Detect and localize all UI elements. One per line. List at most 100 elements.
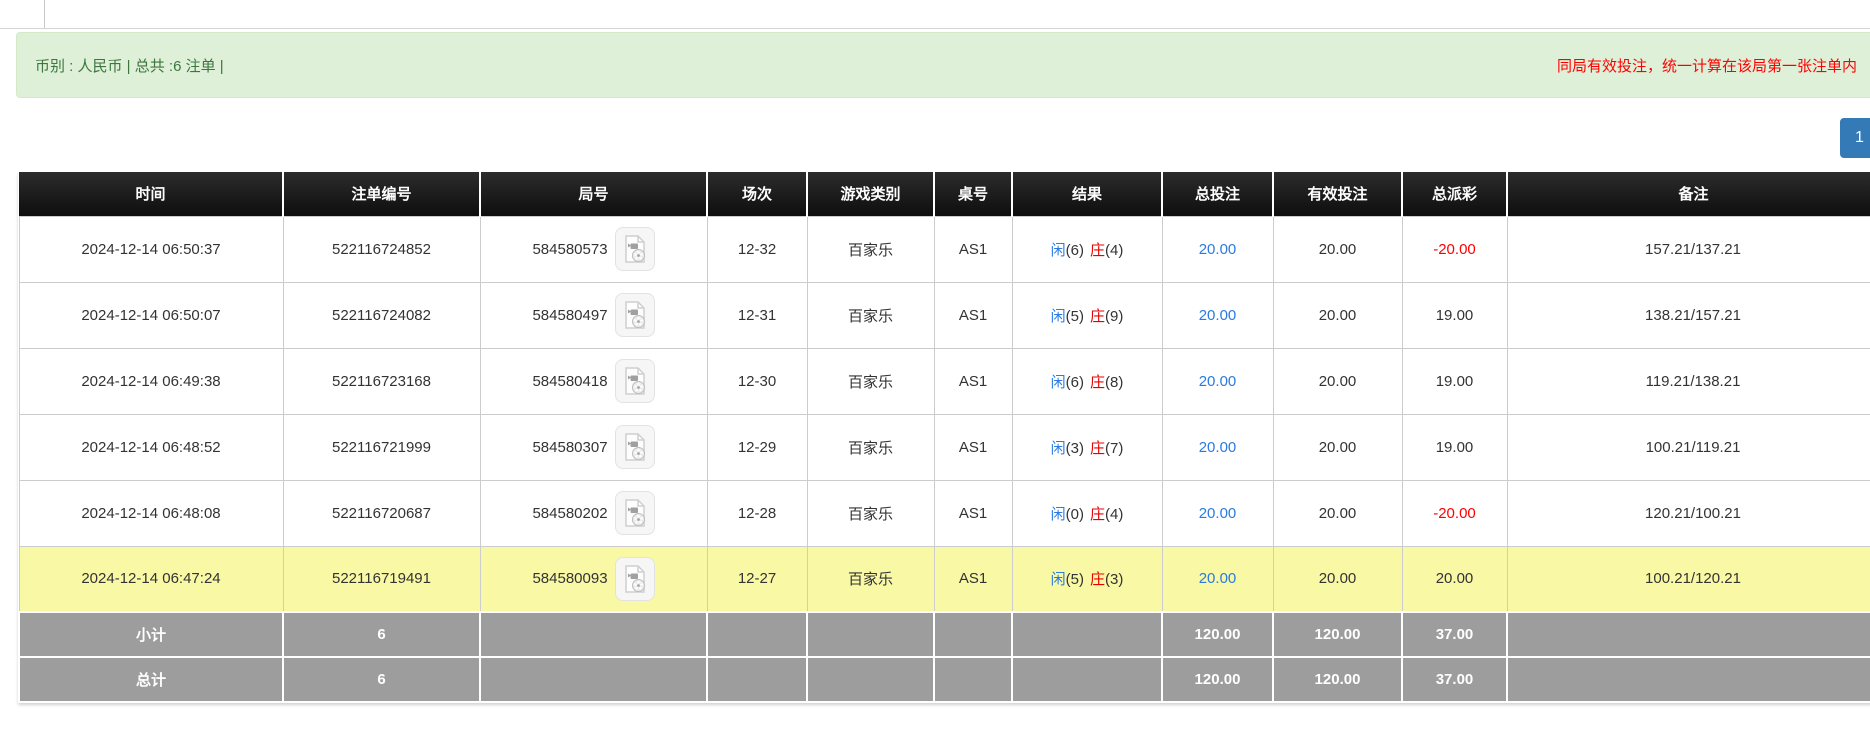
total-bet-link[interactable]: 20.00 [1199,307,1237,324]
cell-round: 584580497 [480,282,707,348]
video-replay-icon [622,432,648,462]
cell-round: 584580307 [480,414,707,480]
result-player-score: (5) [1066,308,1084,325]
round-id: 584580202 [532,505,607,522]
column-header: 有效投注 [1273,172,1402,216]
cell-payout: 19.00 [1402,282,1507,348]
video-replay-button[interactable] [615,491,655,535]
video-replay-button[interactable] [615,359,655,403]
video-replay-button[interactable] [615,425,655,469]
cell-game-type: 百家乐 [807,414,934,480]
footer-payout: 37.00 [1402,612,1507,657]
cell-session: 12-29 [707,414,807,480]
round-id: 584580573 [532,241,607,258]
cell-total-bet: 20.00 [1162,414,1273,480]
cell-total-bet: 20.00 [1162,282,1273,348]
cell-payout: 20.00 [1402,546,1507,612]
footer-row: 总计 6 120.00 120.00 37.00 [19,657,1870,702]
cell-session: 12-28 [707,480,807,546]
footer-count: 6 [283,612,480,657]
cell-game-type: 百家乐 [807,546,934,612]
footer-row: 小计 6 120.00 120.00 37.00 [19,612,1870,657]
total-bet-link[interactable]: 20.00 [1199,570,1237,587]
table-header-row: 时间 注单编号 局号 场次 游戏类别 桌号 结果 总投注 有效投注 总派彩 备注 [19,172,1870,216]
total-bet-link[interactable]: 20.00 [1199,241,1237,258]
cell-result: 闲(5)庄(3) [1012,546,1162,612]
cell-remark: 100.21/119.21 [1507,414,1870,480]
column-header: 注单编号 [283,172,480,216]
result-player-label: 闲 [1051,571,1066,588]
footer-valid-bet: 120.00 [1273,657,1402,702]
cell-result: 闲(0)庄(4) [1012,480,1162,546]
cell-game-type: 百家乐 [807,480,934,546]
cell-time: 2024-12-14 06:48:52 [19,414,283,480]
table-row: 2024-12-14 06:48:52 522116721999 5845803… [19,414,1870,480]
cell-valid-bet: 20.00 [1273,216,1402,282]
video-replay-icon [622,366,648,396]
footer-count: 6 [283,657,480,702]
cell-total-bet: 20.00 [1162,216,1273,282]
cell-valid-bet: 20.00 [1273,480,1402,546]
cell-time: 2024-12-14 06:47:24 [19,546,283,612]
cell-bet-id: 522116723168 [283,348,480,414]
cell-table-code: AS1 [934,546,1012,612]
cell-game-type: 百家乐 [807,348,934,414]
result-player-score: (3) [1066,440,1084,457]
column-header: 游戏类别 [807,172,934,216]
panel-divider [44,0,45,28]
table-row: 2024-12-14 06:50:37 522116724852 5845805… [19,216,1870,282]
cell-round: 584580093 [480,546,707,612]
result-banker-label: 庄 [1090,374,1105,391]
column-header: 时间 [19,172,283,216]
result-player-score: (5) [1066,571,1084,588]
cell-result: 闲(5)庄(9) [1012,282,1162,348]
cell-remark: 138.21/157.21 [1507,282,1870,348]
table-row: 2024-12-14 06:48:08 522116720687 5845802… [19,480,1870,546]
table-header: 时间 注单编号 局号 场次 游戏类别 桌号 结果 总投注 有效投注 总派彩 备注 [19,172,1870,216]
cell-remark: 157.21/137.21 [1507,216,1870,282]
video-replay-button[interactable] [615,557,655,601]
cell-table-code: AS1 [934,480,1012,546]
cell-table-code: AS1 [934,348,1012,414]
table-body: 2024-12-14 06:50:37 522116724852 5845805… [19,216,1870,612]
total-bet-link[interactable]: 20.00 [1199,439,1237,456]
column-header: 总投注 [1162,172,1273,216]
round-id: 584580307 [532,439,607,456]
cell-total-bet: 20.00 [1162,546,1273,612]
valid-bet-notice-text: 同局有效投注，统一计算在该局第一张注单内 [1557,55,1857,76]
total-bet-link[interactable]: 20.00 [1199,505,1237,522]
result-player-score: (0) [1066,506,1084,523]
bet-records-table: 时间 注单编号 局号 场次 游戏类别 桌号 结果 总投注 有效投注 总派彩 备注… [18,172,1870,703]
cell-bet-id: 522116724852 [283,216,480,282]
table-row: 2024-12-14 06:49:38 522116723168 5845804… [19,348,1870,414]
result-banker-label: 庄 [1090,440,1105,457]
cell-round: 584580418 [480,348,707,414]
video-replay-icon [622,564,648,594]
cell-bet-id: 522116721999 [283,414,480,480]
round-id: 584580418 [532,373,607,390]
video-replay-button[interactable] [615,227,655,271]
video-replay-button[interactable] [615,293,655,337]
column-header: 场次 [707,172,807,216]
table-row: 2024-12-14 06:50:07 522116724082 5845804… [19,282,1870,348]
cell-total-bet: 20.00 [1162,480,1273,546]
cell-valid-bet: 20.00 [1273,348,1402,414]
cell-time: 2024-12-14 06:50:07 [19,282,283,348]
cell-round: 584580573 [480,216,707,282]
cell-bet-id: 522116719491 [283,546,480,612]
currency-summary-text: 币别 : 人民币 | 总共 :6 注单 | [35,55,224,76]
top-panel-edge [0,0,1870,29]
cell-table-code: AS1 [934,414,1012,480]
column-header: 结果 [1012,172,1162,216]
result-player-label: 闲 [1051,308,1066,325]
cell-valid-bet: 20.00 [1273,282,1402,348]
footer-total-bet: 120.00 [1162,657,1273,702]
column-header: 总派彩 [1402,172,1507,216]
footer-payout: 37.00 [1402,657,1507,702]
cell-result: 闲(3)庄(7) [1012,414,1162,480]
cell-session: 12-31 [707,282,807,348]
result-player-label: 闲 [1051,242,1066,259]
pagination-page-1-button[interactable]: 1 [1840,118,1870,158]
cell-bet-id: 522116720687 [283,480,480,546]
total-bet-link[interactable]: 20.00 [1199,373,1237,390]
